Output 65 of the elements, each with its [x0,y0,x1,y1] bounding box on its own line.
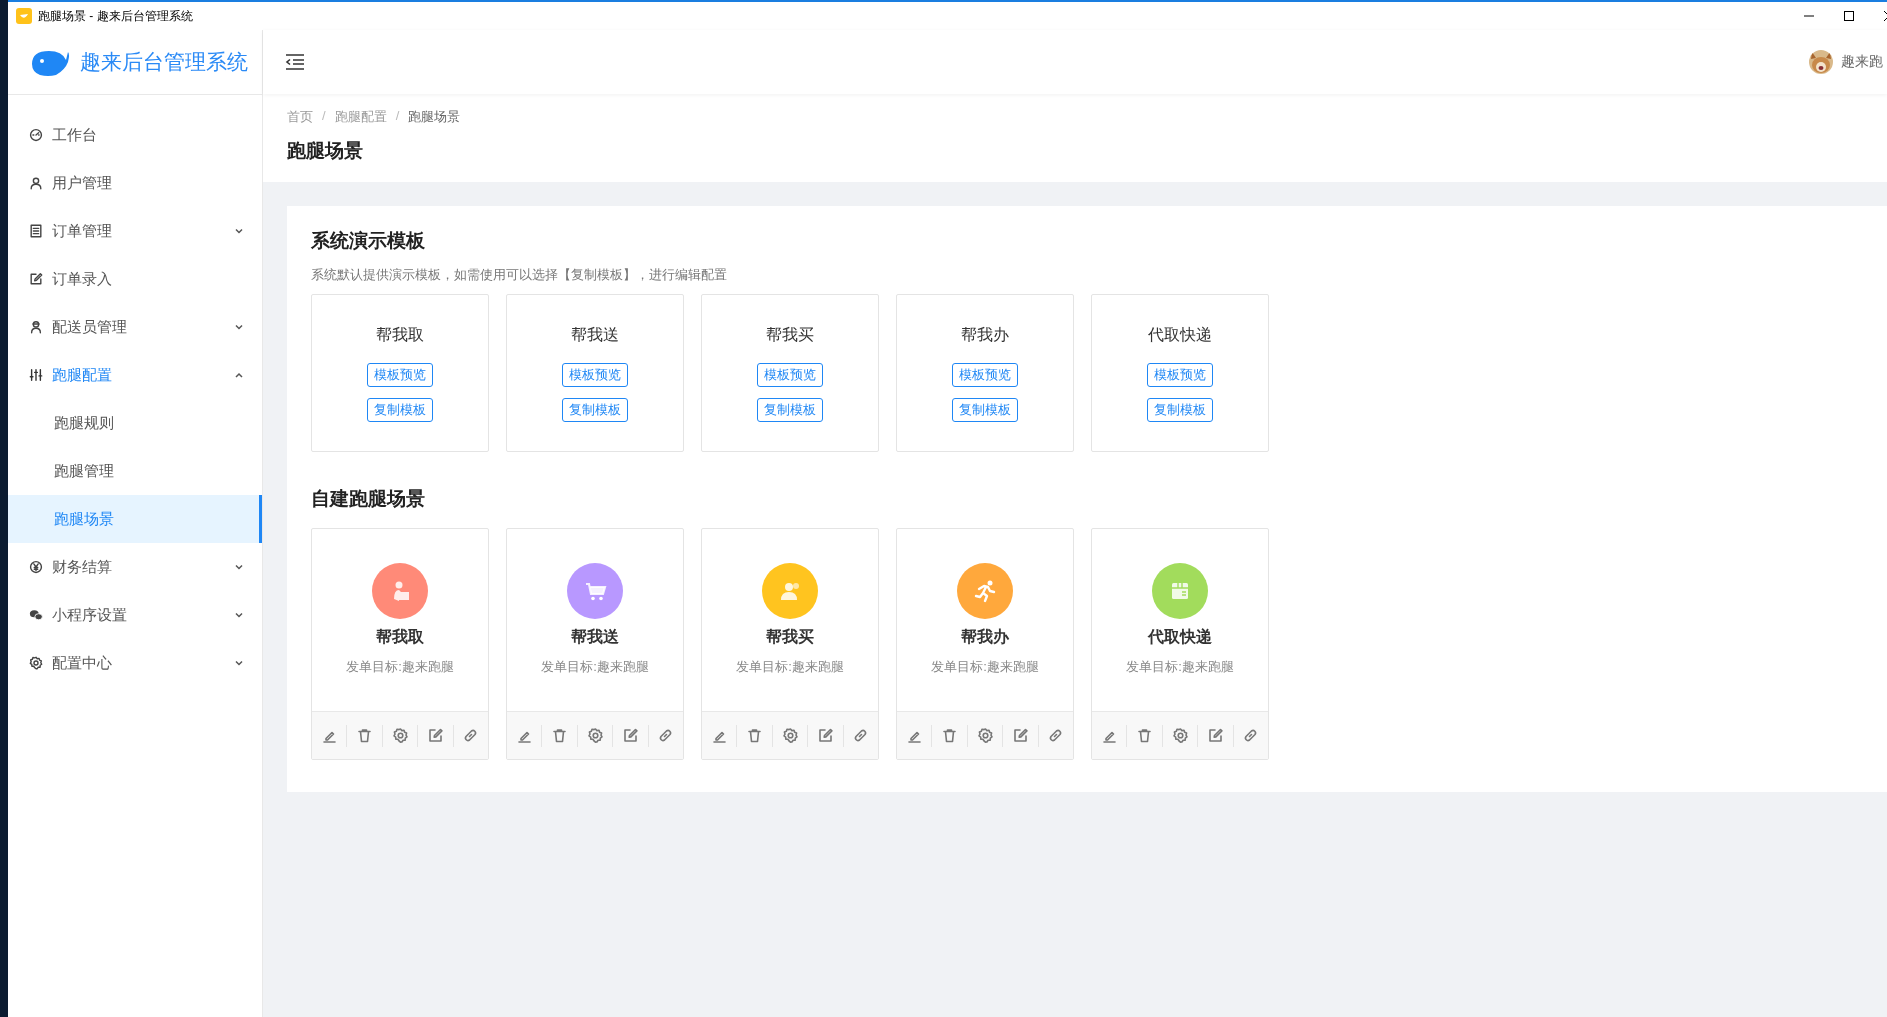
app-name: 趣来后台管理系统 [80,49,248,75]
scene-target: 发单目标:趣来跑腿 [931,658,1039,676]
breadcrumb-link[interactable]: 跑腿配置 [334,108,387,126]
scene-name: 帮我取 [376,627,424,647]
user-name[interactable]: 趣来跑 [1841,53,1883,71]
template-name: 帮我取 [376,325,424,345]
breadcrumb-separator: / [395,108,400,125]
breadcrumb-separator: / [322,108,326,125]
scene-target: 发单目标:趣来跑腿 [541,658,649,676]
scene-target: 发单目标:趣来跑腿 [346,658,454,676]
sidebar-item[interactable]: 配置中心 [8,639,262,687]
section-title: 自建跑腿场景 [311,487,426,511]
section-title: 系统演示模板 [311,229,426,253]
template-button[interactable]: 模板预览 [952,363,1018,387]
sidebar-item[interactable]: 跑腿配置 [8,351,262,399]
template-name: 帮我送 [571,325,619,345]
sidebar-item[interactable]: 订单管理 [8,207,262,255]
settings-icon[interactable] [781,727,799,744]
section-description: 系统默认提供演示模板，如需使用可以选择【复制模板】，进行编辑配置 [311,266,728,284]
template-name: 代取快递 [1148,325,1212,345]
sidebar-item[interactable]: 配送员管理 [8,303,262,351]
settings-icon[interactable] [391,727,409,744]
scene-name: 帮我买 [766,627,814,647]
person-box-icon [372,563,428,619]
sidebar-item[interactable]: 订单录入 [8,255,262,303]
template-name: 帮我办 [961,325,1009,345]
package-icon [1152,563,1208,619]
sidebar-item[interactable]: 用户管理 [8,159,262,207]
settings-icon[interactable] [976,727,994,744]
template-button[interactable]: 复制模板 [367,398,433,422]
page-title: 跑腿场景 [287,139,364,163]
maximize-icon[interactable] [1843,10,1855,22]
settings-icon[interactable] [586,727,604,744]
scene-name: 代取快递 [1148,627,1212,647]
submenu-item[interactable]: 跑腿管理 [8,447,262,495]
template-button[interactable]: 复制模板 [952,398,1018,422]
trash-icon[interactable] [356,727,374,744]
template-name: 帮我买 [766,325,814,345]
window-title: 跑腿场景 - 趣来后台管理系统 [38,7,193,25]
template-button[interactable]: 复制模板 [757,398,823,422]
submenu-item[interactable]: 跑腿场景 [8,495,262,543]
runner-icon [957,563,1013,619]
settings-icon[interactable] [1171,727,1189,744]
trash-icon[interactable] [1136,727,1154,744]
trash-icon[interactable] [941,727,959,744]
sidebar-item[interactable]: 工作台 [8,111,262,159]
sidebar-item[interactable]: 财务结算 [8,543,262,591]
scene-target: 发单目标:趣来跑腿 [1126,658,1234,676]
trash-icon[interactable] [551,727,569,744]
template-button[interactable]: 复制模板 [1147,398,1213,422]
template-button[interactable]: 模板预览 [367,363,433,387]
template-button[interactable]: 模板预览 [757,363,823,387]
scene-target: 发单目标:趣来跑腿 [736,658,844,676]
app-icon [16,8,32,24]
template-button[interactable]: 模板预览 [1147,363,1213,387]
trash-icon[interactable] [746,727,764,744]
cart-icon [567,563,623,619]
scene-name: 帮我办 [961,627,1009,647]
submenu-item[interactable]: 跑腿规则 [8,399,262,447]
template-button[interactable]: 模板预览 [562,363,628,387]
breadcrumb-link[interactable]: 首页 [287,108,313,126]
scene-name: 帮我送 [571,627,619,647]
people-icon [762,563,818,619]
template-button[interactable]: 复制模板 [562,398,628,422]
sidebar-item[interactable]: 小程序设置 [8,591,262,639]
